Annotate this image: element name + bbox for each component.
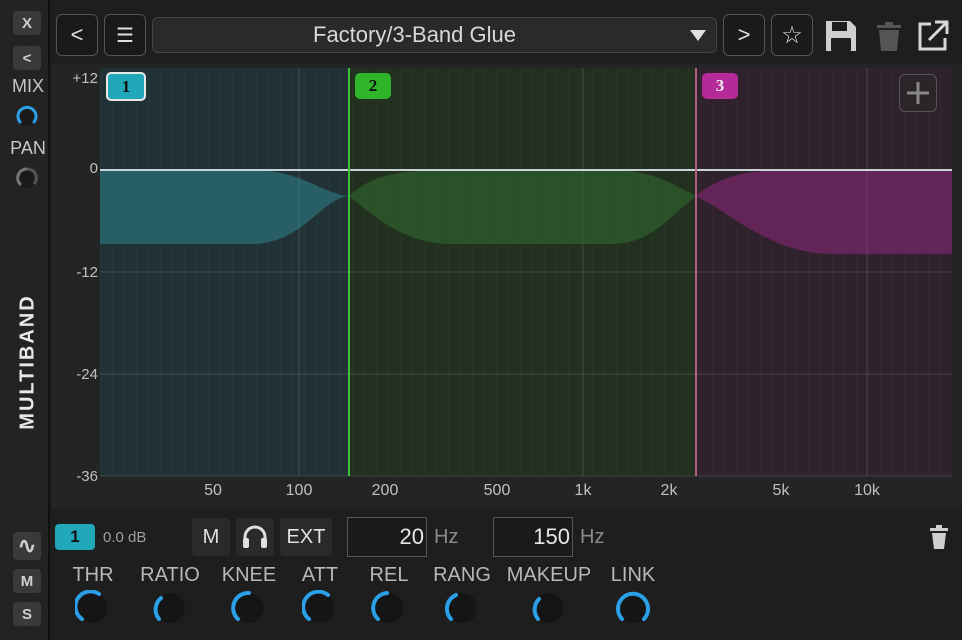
side-button[interactable]: S bbox=[13, 602, 41, 626]
waveform-button[interactable]: ∿ bbox=[13, 532, 41, 560]
frequency-graph[interactable] bbox=[52, 64, 962, 509]
link-knob[interactable] bbox=[615, 590, 651, 626]
x-label: 200 bbox=[371, 482, 399, 499]
add-band-button[interactable] bbox=[899, 74, 937, 112]
mix-knob[interactable] bbox=[15, 104, 39, 128]
x-label: 50 bbox=[204, 482, 222, 499]
knob-label-makeup: MAKEUP bbox=[506, 564, 592, 586]
knob-label-rang: RANG bbox=[433, 564, 491, 586]
save-icon[interactable] bbox=[823, 18, 859, 54]
next-preset-button[interactable]: > bbox=[723, 14, 765, 56]
x-label: 10k bbox=[854, 482, 880, 499]
y-label: +12 bbox=[72, 70, 98, 87]
delete-preset-icon[interactable] bbox=[871, 18, 907, 54]
solo-button[interactable] bbox=[236, 518, 274, 556]
plus-icon bbox=[907, 82, 929, 104]
knob-label-link: LINK bbox=[610, 564, 656, 586]
ratio-knob[interactable] bbox=[152, 590, 188, 626]
external-window-icon[interactable] bbox=[915, 18, 951, 54]
sidebar: X < MIX PAN MULTIBAND ∿ M S bbox=[0, 0, 50, 640]
headphones-icon bbox=[243, 525, 267, 548]
y-label: 0 bbox=[89, 160, 98, 177]
high-freq-unit: Hz bbox=[580, 526, 605, 548]
mix-label: MIX bbox=[11, 76, 44, 96]
mute-button[interactable]: M bbox=[192, 518, 230, 556]
high-freq-field[interactable]: 150 bbox=[493, 517, 573, 557]
y-label: -12 bbox=[76, 264, 98, 281]
selected-band-chip[interactable]: 1 bbox=[55, 524, 95, 550]
plugin-title: MULTIBAND bbox=[16, 294, 39, 430]
preset-name: Factory/3-Band Glue bbox=[313, 22, 516, 47]
release-knob[interactable] bbox=[371, 590, 407, 626]
knee-knob[interactable] bbox=[231, 590, 267, 626]
dropdown-arrow-icon bbox=[690, 30, 706, 41]
knob-label-att: ATT bbox=[301, 564, 339, 586]
preset-selector[interactable]: Factory/3-Band Glue bbox=[152, 17, 717, 53]
previous-preset-button[interactable]: < bbox=[56, 14, 98, 56]
favorite-button[interactable]: ☆ bbox=[771, 14, 813, 56]
low-freq-unit: Hz bbox=[434, 526, 459, 548]
mid-button[interactable]: M bbox=[13, 569, 41, 593]
x-label: 100 bbox=[285, 482, 313, 499]
collapse-button[interactable]: < bbox=[13, 46, 41, 70]
band-1-tag[interactable]: 1 bbox=[106, 72, 146, 101]
low-freq-field[interactable]: 20 bbox=[347, 517, 427, 557]
preset-menu-button[interactable]: ☰ bbox=[104, 14, 146, 56]
x-label: 1k bbox=[574, 482, 592, 499]
band-gain-readout: 0.0 dB bbox=[103, 529, 147, 546]
band-3-tag[interactable]: 3 bbox=[702, 73, 738, 99]
delete-band-icon[interactable] bbox=[928, 525, 950, 549]
y-label: -36 bbox=[76, 468, 98, 485]
y-label: -24 bbox=[76, 366, 98, 383]
range-knob[interactable] bbox=[444, 590, 480, 626]
makeup-knob[interactable] bbox=[531, 590, 567, 626]
attack-knob[interactable] bbox=[302, 590, 338, 626]
knob-label-ratio: RATIO bbox=[140, 564, 200, 586]
pan-knob[interactable] bbox=[15, 166, 39, 190]
threshold-knob[interactable] bbox=[75, 590, 111, 626]
knob-label-knee: KNEE bbox=[221, 564, 277, 586]
knob-label-thr: THR bbox=[72, 564, 114, 586]
x-label: 2k bbox=[660, 482, 678, 499]
x-label: 5k bbox=[772, 482, 790, 499]
x-label: 500 bbox=[483, 482, 511, 499]
band-2-tag[interactable]: 2 bbox=[355, 73, 391, 99]
knob-label-rel: REL bbox=[369, 564, 409, 586]
close-button[interactable]: X bbox=[13, 11, 41, 35]
external-sidechain-button[interactable]: EXT bbox=[280, 518, 332, 556]
pan-label: PAN bbox=[10, 138, 46, 158]
